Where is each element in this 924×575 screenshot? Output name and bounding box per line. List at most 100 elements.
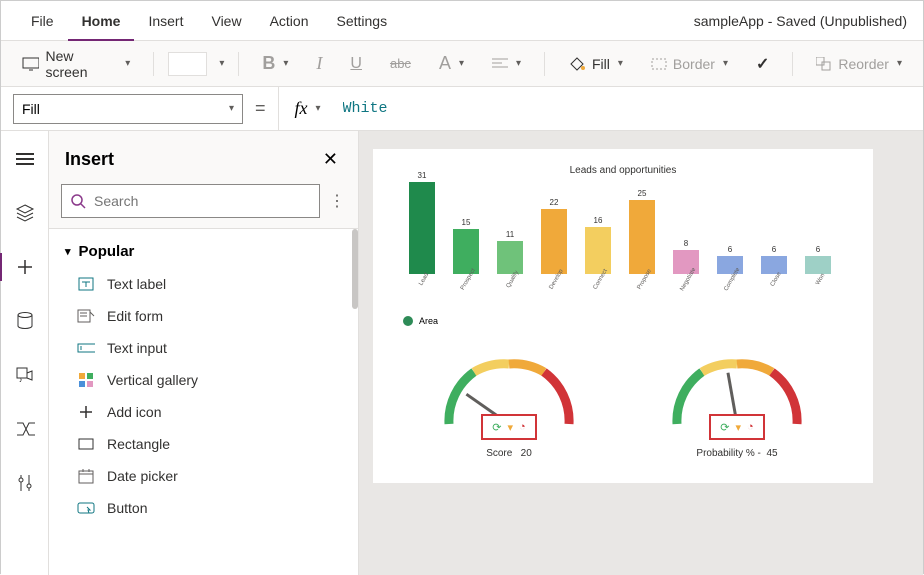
app-canvas[interactable]: Leads and opportunities 31Lead15Prospect…: [373, 149, 873, 483]
pie-icon[interactable]: ◔: [519, 421, 526, 433]
edit-form-icon: [77, 307, 95, 325]
chevron-down-icon: ▾: [618, 58, 623, 69]
menu-settings[interactable]: Settings: [323, 1, 402, 41]
property-label: Fill: [22, 101, 40, 117]
insert-text-label[interactable]: Text label: [49, 268, 358, 300]
font-color-button[interactable]: A▾: [430, 48, 473, 79]
item-label: Text input: [107, 340, 167, 356]
rail-media-button[interactable]: ♪: [7, 357, 43, 393]
insert-rectangle[interactable]: Rectangle: [49, 428, 358, 460]
left-rail: ♪: [1, 131, 49, 575]
new-screen-label: New screen: [45, 48, 117, 80]
expand-button[interactable]: ✓: [747, 49, 778, 79]
insert-add-icon[interactable]: Add icon: [49, 396, 358, 428]
screen-icon: [22, 57, 39, 71]
ribbon-separator: [544, 52, 545, 76]
filter-icon[interactable]: ▾: [508, 421, 514, 434]
app-title: sampleApp - Saved (Unpublished): [694, 13, 907, 29]
rail-tree-button[interactable]: [7, 141, 43, 177]
chevron-down-icon[interactable]: ▾: [316, 103, 321, 114]
panel-title: Insert: [65, 149, 319, 170]
chevron-down-icon: ▾: [229, 103, 234, 114]
insert-panel: Insert ✕ ⋮ ▾ Popular Text label Edit for…: [49, 131, 359, 575]
item-label: Vertical gallery: [107, 372, 198, 388]
tools-icon: [17, 474, 33, 492]
rail-layers-button[interactable]: [7, 195, 43, 231]
item-label: Rectangle: [107, 436, 170, 452]
insert-edit-form[interactable]: Edit form: [49, 300, 358, 332]
align-icon: [492, 58, 508, 70]
item-label: Button: [107, 500, 147, 516]
paint-bucket-icon: [568, 56, 586, 72]
group-label: Popular: [79, 243, 135, 260]
plus-icon: [16, 258, 34, 276]
bold-button[interactable]: B▾: [253, 48, 297, 79]
main-area: ♪ Insert ✕ ⋮ ▾ Popular Text label Edit f…: [1, 131, 923, 575]
menu-home[interactable]: Home: [68, 1, 135, 41]
rail-variables-button[interactable]: [7, 411, 43, 447]
more-options-button[interactable]: ⋮: [328, 191, 346, 211]
database-icon: [17, 312, 33, 330]
strikethrough-button[interactable]: abc: [381, 51, 420, 76]
button-icon: [77, 499, 95, 517]
search-input[interactable]: [94, 193, 311, 209]
insert-text-input[interactable]: Text input: [49, 332, 358, 364]
item-label: Add icon: [107, 404, 161, 420]
close-icon[interactable]: ✕: [319, 145, 342, 174]
calendar-icon: [77, 467, 95, 485]
fill-button[interactable]: Fill▾: [559, 51, 632, 77]
ribbon-separator: [153, 52, 154, 76]
menu-view[interactable]: View: [197, 1, 255, 41]
plus-icon: [77, 403, 95, 421]
theme-swatch[interactable]: [168, 52, 207, 76]
underline-button[interactable]: U: [341, 50, 371, 78]
rail-data-button[interactable]: [7, 303, 43, 339]
chevron-down-icon: ▾: [459, 58, 464, 69]
insert-date-picker[interactable]: Date picker: [49, 460, 358, 492]
filter-icon[interactable]: ▾: [736, 421, 742, 434]
rectangle-icon: [77, 435, 95, 453]
refresh-icon[interactable]: ⟳: [720, 421, 729, 434]
chevron-down-icon[interactable]: ▾: [219, 58, 224, 69]
chevron-down-icon: ▾: [125, 58, 130, 69]
insert-vertical-gallery[interactable]: Vertical gallery: [49, 364, 358, 396]
gauge-icon-box[interactable]: ⟳ ▾ ◔: [709, 414, 765, 440]
refresh-icon[interactable]: ⟳: [492, 421, 501, 434]
border-button[interactable]: Border▾: [642, 51, 737, 77]
menu-insert[interactable]: Insert: [134, 1, 197, 41]
pie-icon[interactable]: ◔: [747, 421, 754, 433]
chart-legend: Area: [403, 316, 851, 326]
menu-bar: File Home Insert View Action Settings sa…: [1, 1, 923, 41]
insert-button[interactable]: Button: [49, 492, 358, 524]
italic-button[interactable]: I: [307, 48, 331, 79]
gauge-value: 20: [521, 448, 532, 459]
menu-file[interactable]: File: [17, 1, 68, 41]
gauge-label: Probability % -: [696, 448, 760, 459]
rail-tools-button[interactable]: [7, 465, 43, 501]
gauges-row: ⟳▾◔ Score 20 ⟳▾◔ Probability % - 45: [395, 344, 851, 459]
border-icon: [651, 58, 667, 70]
ribbon: New screen ▾ ▾ B▾ I U abc A▾ ▾ Fill▾ Bor…: [1, 41, 923, 87]
menu-action[interactable]: Action: [256, 1, 323, 41]
chart-title: Leads and opportunities: [395, 165, 851, 176]
legend-swatch: [403, 316, 413, 326]
group-popular[interactable]: ▾ Popular: [49, 235, 358, 268]
layers-icon: [15, 204, 35, 222]
reorder-button[interactable]: Reorder▾: [807, 51, 911, 77]
align-button[interactable]: ▾: [483, 53, 530, 75]
rail-insert-button[interactable]: [7, 249, 43, 285]
gauge-icon-box[interactable]: ⟳ ▾ ◔: [481, 414, 537, 440]
search-input-wrapper[interactable]: [61, 184, 320, 218]
insert-items-list: ▾ Popular Text label Edit form Text inpu…: [49, 228, 358, 575]
formula-input[interactable]: [343, 94, 911, 124]
new-screen-button[interactable]: New screen ▾: [13, 43, 139, 85]
formula-bar: Fill ▾ = fx▾: [1, 87, 923, 131]
bar-chart: 31Lead15Prospect11Qualify22Develop16Conn…: [403, 186, 851, 296]
fx-icon[interactable]: fx: [289, 98, 314, 119]
equals-sign: =: [255, 98, 266, 119]
reorder-label: Reorder: [838, 56, 889, 72]
gauge-score: ⟳▾◔ Score 20: [434, 344, 584, 459]
canvas-area[interactable]: Leads and opportunities 31Lead15Prospect…: [359, 131, 923, 575]
flow-icon: [15, 421, 35, 437]
property-selector[interactable]: Fill ▾: [13, 94, 243, 124]
